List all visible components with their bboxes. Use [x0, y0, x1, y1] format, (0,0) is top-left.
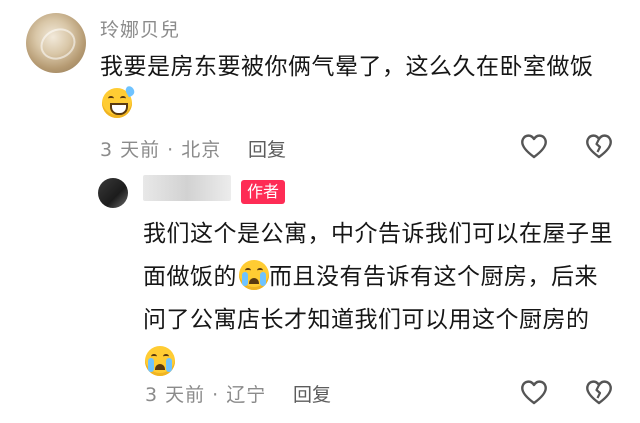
heart-outline-icon[interactable] — [519, 377, 549, 407]
broken-heart-icon[interactable] — [584, 377, 614, 407]
grinning-sweat-emoji-icon — [102, 84, 136, 118]
comment-reply-button[interactable]: 回复 — [248, 135, 286, 162]
broken-heart-icon[interactable] — [584, 131, 614, 161]
reply-author-avatar[interactable] — [98, 178, 128, 208]
comment-meta: 3 天前 · 北京 — [100, 139, 222, 161]
author-badge: 作者 — [241, 180, 286, 204]
commenter-avatar[interactable] — [26, 13, 86, 73]
comment-text: 我要是房东要被你俩气晕了，这么久在卧室做饭 — [100, 48, 620, 124]
crying-emoji-icon — [239, 260, 269, 290]
reply-author-name-redacted — [143, 175, 231, 201]
reply-text: 我们这个是公寓，中介告诉我们可以在屋子里面做饭的 而且没有告诉有这个厨房，后来问了… — [143, 213, 613, 385]
comment-text-body: 我要是房东要被你俩气晕了，这么久在卧室做饭 — [100, 54, 594, 80]
reply-reply-button[interactable]: 回复 — [293, 380, 331, 407]
heart-outline-icon[interactable] — [519, 131, 549, 161]
crying-emoji-icon — [145, 346, 175, 376]
commenter-username[interactable]: 玲娜贝兒 — [100, 15, 180, 42]
reply-meta: 3 天前 · 辽宁 — [145, 384, 267, 406]
